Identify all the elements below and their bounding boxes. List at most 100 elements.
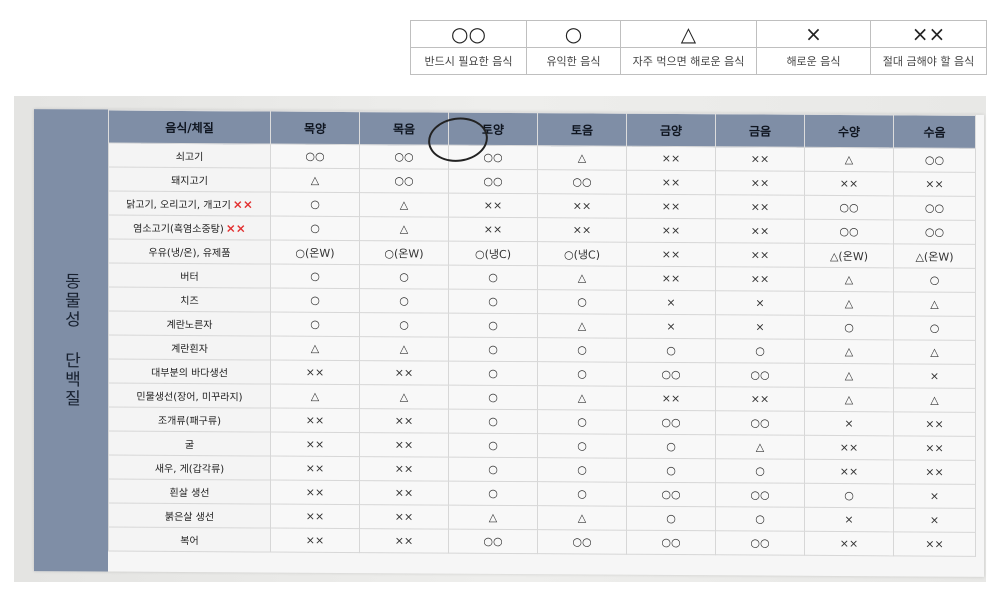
rating-cell: ○	[537, 289, 627, 315]
rating-cell: ○○	[626, 362, 716, 387]
rating-cell: ××	[626, 146, 716, 171]
rating-cell: △	[537, 385, 627, 411]
rating-cell: ○	[448, 313, 538, 338]
photo-background: 동물성 단백질 음식/체질 목양 목음 토양 토음 금양 금음 수양 수음 쇠고기 ○○ ○○ ○○ △…	[14, 96, 986, 582]
rating-cell: ○○	[537, 529, 627, 555]
rating-cell: ○	[359, 312, 449, 338]
rating-cell: ○	[359, 264, 449, 290]
rating-cell: ○	[804, 315, 894, 340]
rating-cell: ○	[448, 409, 538, 434]
rating-cell: ○	[626, 458, 716, 483]
rating-cell: ××	[893, 531, 976, 557]
rating-cell: ××	[537, 217, 627, 243]
rating-cell: ××	[626, 386, 716, 411]
rating-cell: ○(온W)	[359, 240, 449, 266]
food-name: 버터	[180, 271, 199, 284]
rating-cell: ○○	[804, 195, 894, 220]
food-label: 계란노른자	[108, 311, 271, 337]
rating-cell: ××	[626, 266, 716, 291]
rating-cell: ××	[359, 456, 449, 482]
rating-cell: ××	[804, 171, 894, 196]
food-label: 새우, 게(갑각류)	[108, 455, 271, 481]
header-constitution: 금양	[626, 113, 716, 147]
rating-cell: ○○	[626, 530, 716, 555]
rating-cell: ××	[270, 408, 360, 433]
food-name: 닭고기, 오리고기, 개고기	[126, 199, 231, 212]
rating-cell: △	[804, 387, 894, 412]
legend-symbol: ××	[870, 20, 987, 48]
header-food-constitution: 음식/체질	[108, 110, 271, 145]
legend-description: 자주 먹으면 해로운 음식	[620, 47, 757, 75]
handwritten-x-mark: ××	[225, 221, 246, 236]
rating-cell: △	[359, 384, 449, 410]
food-name: 계란노른자	[166, 319, 213, 332]
rating-cell: ○	[537, 433, 627, 459]
rating-cell: ○	[715, 338, 805, 364]
rating-cell: ○	[448, 457, 538, 482]
rating-cell: ○	[893, 315, 976, 341]
rating-cell: △	[270, 336, 360, 361]
rating-cell: ○○	[448, 529, 538, 554]
rating-cell: ××	[359, 528, 449, 554]
rating-cell: ○	[804, 483, 894, 508]
rating-cell: △	[359, 216, 449, 242]
legend-descriptions-row: 반드시 필요한 음식 유익한 음식 자주 먹으면 해로운 음식 해로운 음식 절…	[410, 47, 987, 75]
rating-cell: ○	[270, 216, 360, 241]
rating-cell: △	[893, 387, 976, 413]
rating-cell: ○	[448, 433, 538, 458]
rating-cell: ×	[626, 314, 716, 339]
rating-cell: ○	[270, 288, 360, 313]
food-label: 붉은살 생선	[108, 503, 271, 529]
rating-cell: ××	[359, 504, 449, 530]
rating-cell: ○○	[626, 482, 716, 507]
rating-cell: ××	[893, 435, 976, 461]
rating-cell: ○	[626, 434, 716, 459]
rating-cell: △(온W)	[804, 243, 894, 268]
rating-cell: ××	[448, 217, 538, 242]
handwritten-x-mark: ××	[232, 197, 253, 212]
printed-chart-sheet: 동물성 단백질 음식/체질 목양 목음 토양 토음 금양 금음 수양 수음 쇠고기 ○○ ○○ ○○ △…	[34, 109, 984, 577]
food-name: 민물생선(장어, 미꾸라지)	[136, 391, 243, 404]
legend-description: 해로운 음식	[756, 47, 871, 75]
table-row: 복어 ×× ×× ○○ ○○ ○○ ○○ ×× ××	[108, 527, 976, 557]
rating-cell: ○(냉C)	[448, 241, 538, 266]
rating-cell: ×	[626, 290, 716, 315]
header-constitution: 금음	[715, 113, 805, 148]
food-label: 염소고기(흑염소중탕) ××	[108, 215, 271, 241]
food-label: 조개류(패구류)	[108, 407, 271, 433]
rating-cell: ×	[804, 411, 894, 436]
rating-cell: △	[359, 192, 449, 218]
rating-cell: ○○	[893, 195, 976, 221]
rating-cell: ○	[715, 506, 805, 532]
rating-cell: ××	[804, 435, 894, 460]
rating-cell: ××	[448, 193, 538, 218]
rating-cell: ○○	[715, 482, 805, 508]
food-label: 우유(냉/온), 유제품	[108, 239, 271, 265]
rating-cell: ××	[270, 528, 360, 553]
rating-cell: ××	[270, 480, 360, 505]
rating-cell: ○	[270, 192, 360, 217]
food-name: 치즈	[180, 295, 199, 308]
rating-cell: ○	[715, 458, 805, 484]
header-constitution: 수음	[893, 114, 976, 149]
food-name: 붉은살 생선	[164, 511, 215, 524]
table-header-row: 음식/체질 목양 목음 토양 토음 금양 금음 수양 수음	[108, 110, 976, 149]
rating-cell: ××	[893, 459, 976, 485]
rating-cell: ××	[270, 504, 360, 529]
rating-cell: ○○	[270, 144, 360, 169]
food-label: 민물생선(장어, 미꾸라지)	[108, 383, 271, 409]
legend-symbol: △	[620, 20, 757, 48]
rating-cell: ×	[715, 314, 805, 340]
legend-description: 절대 금해야 할 음식	[870, 47, 987, 75]
rating-cell: ××	[626, 194, 716, 219]
food-name: 돼지고기	[171, 175, 208, 188]
food-label: 돼지고기	[108, 167, 271, 193]
constitution-food-table: 음식/체질 목양 목음 토양 토음 금양 금음 수양 수음 쇠고기 ○○ ○○ ○○ △ ×× ×× △ ○○ 돼…	[108, 110, 976, 557]
rating-cell: ××	[715, 386, 805, 412]
rating-cell: ××	[893, 171, 976, 197]
food-label: 닭고기, 오리고기, 개고기 ××	[108, 191, 271, 217]
rating-cell: ××	[270, 456, 360, 481]
rating-cell: ××	[359, 480, 449, 506]
food-name: 염소고기(흑염소중탕)	[133, 223, 224, 236]
rating-cell: ○○	[626, 410, 716, 435]
